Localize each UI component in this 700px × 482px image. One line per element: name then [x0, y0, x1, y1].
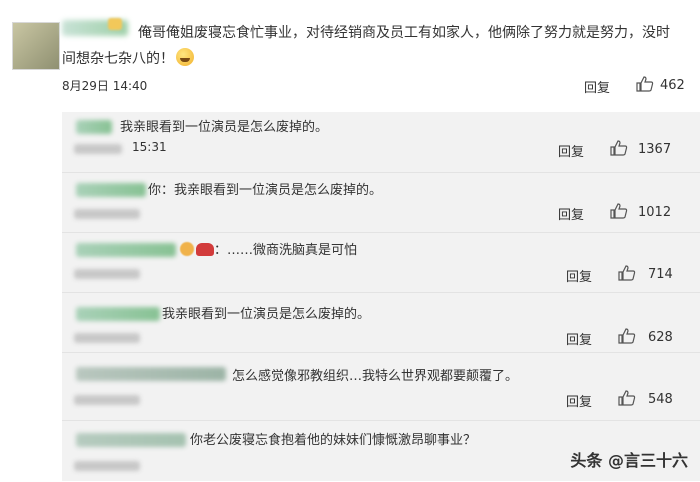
reply-button[interactable]: 回复: [566, 391, 592, 410]
like-count: 462: [660, 78, 685, 93]
reply-text: 我亲眼看到一位演员是怎么废掉的。: [162, 307, 371, 322]
username-blurred[interactable]: [76, 433, 186, 447]
username-blurred[interactable]: [76, 367, 226, 381]
like-count: 628: [648, 330, 673, 345]
reply-date-blurred: [74, 209, 140, 219]
thumbs-up-icon[interactable]: [610, 140, 628, 156]
reply-date-blurred: [74, 395, 140, 405]
username-blurred[interactable]: [76, 307, 160, 321]
reply-item: 我亲眼看到一位演员是怎么废掉的。 15:31 回复 1367: [62, 112, 700, 172]
thumbs-up-icon[interactable]: [618, 328, 636, 344]
thumbs-up-icon[interactable]: [610, 203, 628, 219]
reply-emoji-wrap: ：……微商洗脑真是可怕: [180, 239, 357, 258]
thumbs-up-icon[interactable]: [618, 390, 636, 406]
reply-button[interactable]: 回复: [566, 329, 592, 348]
reply-item: ：……微商洗脑真是可怕 回复 714: [62, 232, 700, 293]
avatar[interactable]: [12, 22, 60, 70]
thumbs-up-icon[interactable]: [618, 265, 636, 281]
reply-button[interactable]: 回复: [584, 77, 610, 96]
reply-item: 怎么感觉像邪教组织…我特么世界观都要颠覆了。 回复 548: [62, 352, 700, 413]
reply-text: 你老公废寝忘食抱着他的妹妹们慷慨激昂聊事业？: [190, 433, 477, 448]
like-count: 1012: [638, 205, 672, 220]
laughing-emoji-icon: [176, 48, 194, 66]
emoji-icon: [180, 242, 194, 256]
thumbs-up-icon[interactable]: [636, 76, 654, 92]
username-blurred[interactable]: [76, 120, 112, 134]
reply-button[interactable]: 回复: [558, 141, 584, 160]
reply-date-blurred: [74, 333, 140, 343]
reply-text: ：……微商洗脑真是可怕: [214, 243, 358, 258]
like-count: 714: [648, 267, 673, 282]
car-emoji-icon: [196, 243, 214, 256]
reply-button[interactable]: 回复: [558, 204, 584, 223]
username-blurred[interactable]: [76, 183, 146, 197]
comment-text: 俺哥俺姐废寝忘食忙事业，对待经销商及员工有如家人，他俩除了努力就是努力，没时间想…: [62, 25, 670, 67]
reply-text: 怎么感觉像邪教组织…我特么世界观都要颠覆了。: [232, 369, 519, 384]
comment-time: 8月29日 14:40: [62, 79, 148, 93]
like-count: 548: [648, 392, 673, 407]
reply-button[interactable]: 回复: [566, 266, 592, 285]
main-comment: 俺哥俺姐废寝忘食忙事业，对待经销商及员工有如家人，他俩除了努力就是努力，没时间想…: [0, 0, 700, 110]
reply-item: 我亲眼看到一位演员是怎么废掉的。 回复 628: [62, 292, 700, 353]
reply-date-blurred: [74, 269, 140, 279]
like-count: 1367: [638, 142, 672, 157]
reply-time: 15:31: [132, 140, 167, 154]
watermark: 头条 @言三十六: [570, 451, 688, 470]
username-blurred[interactable]: [76, 243, 176, 257]
reply-date-blurred: [74, 144, 122, 154]
reply-text: 你：我亲眼看到一位演员是怎么废掉的。: [148, 183, 383, 198]
reply-item: 你：我亲眼看到一位演员是怎么废掉的。 回复 1012: [62, 172, 700, 233]
reply-date-blurred: [74, 461, 140, 471]
reply-text: 我亲眼看到一位演员是怎么废掉的。: [120, 120, 329, 135]
